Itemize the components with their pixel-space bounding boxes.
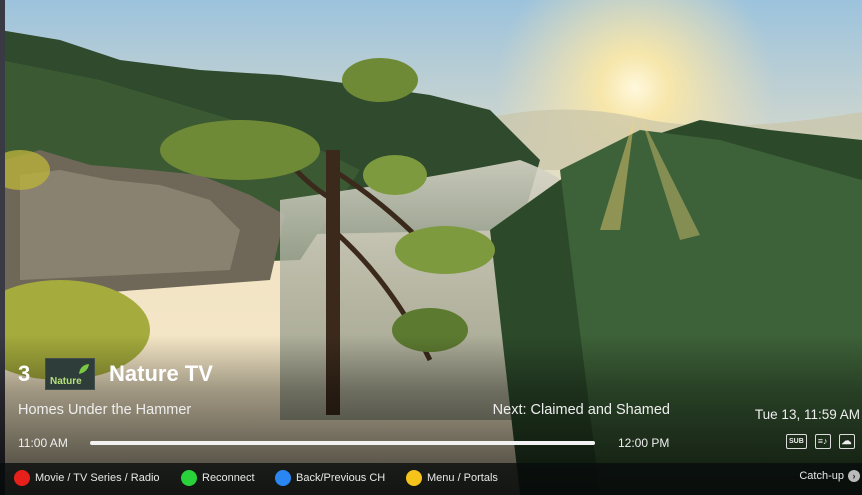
legend-green-label: Reconnect [202, 472, 255, 484]
chevron-right-icon: › [848, 470, 860, 482]
channel-logo-text: Nature [50, 376, 82, 387]
blue-button-icon [275, 470, 291, 486]
legend-red-label: Movie / TV Series / Radio [35, 472, 160, 484]
current-program-title: Homes Under the Hammer [18, 402, 192, 418]
legend-blue-label: Back/Previous CH [296, 472, 386, 484]
green-button-icon [181, 470, 197, 486]
status-icons: SUB ≡♪ ☁ [786, 434, 855, 449]
subtitles-icon[interactable]: SUB [786, 434, 807, 449]
legend-yellow-label: Menu / Portals [427, 472, 498, 484]
catchup-label: Catch-up [799, 470, 844, 482]
program-end-time: 12:00 PM [618, 436, 670, 450]
program-progress-fill [90, 441, 595, 445]
channel-logo: Nature [45, 358, 95, 390]
channel-row: 3 Nature Nature TV [18, 358, 213, 390]
program-start-time: 11:00 AM [18, 436, 68, 450]
program-progress-bar [90, 441, 595, 445]
legend-red[interactable]: Movie / TV Series / Radio [14, 470, 160, 486]
catchup-button[interactable]: Catch-up › [799, 470, 860, 482]
legend-blue[interactable]: Back/Previous CH [275, 470, 385, 486]
next-program-title: Next: Claimed and Shamed [492, 402, 670, 418]
yellow-button-icon [406, 470, 422, 486]
red-button-icon [14, 470, 30, 486]
legend-green[interactable]: Reconnect [181, 470, 255, 486]
clock: Tue 13, 11:59 AM [754, 407, 860, 422]
channel-number: 3 [18, 361, 31, 386]
leaf-icon [79, 364, 89, 374]
channel-name: Nature TV [109, 361, 213, 386]
audio-track-icon[interactable]: ≡♪ [814, 434, 831, 449]
cloud-icon[interactable]: ☁ [838, 434, 855, 449]
legend-yellow[interactable]: Menu / Portals [406, 470, 498, 486]
